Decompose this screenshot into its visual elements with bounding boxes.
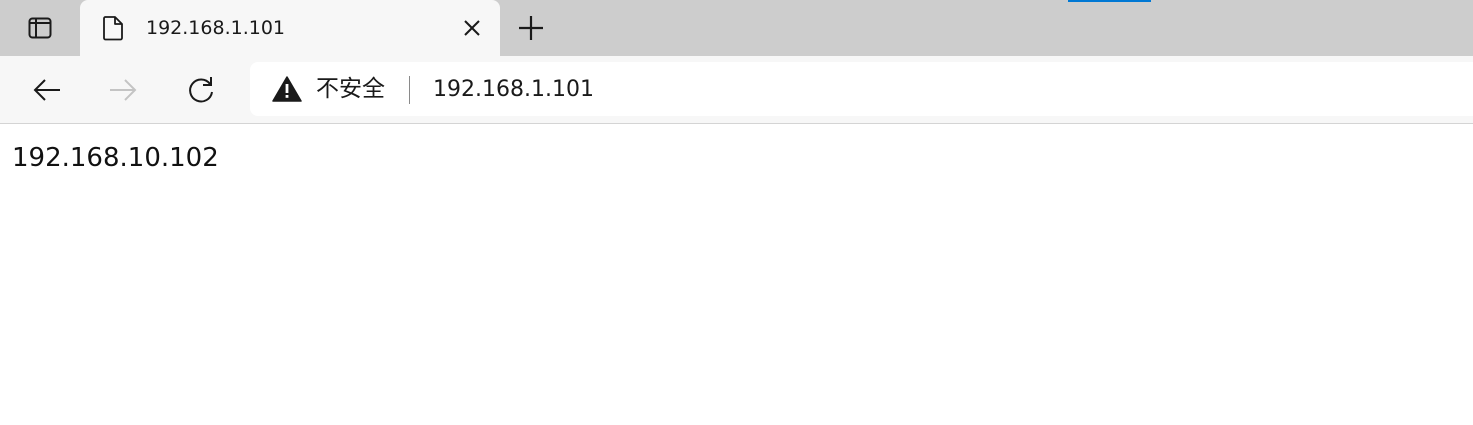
address-divider — [409, 76, 410, 104]
refresh-button[interactable] — [181, 70, 221, 110]
tab-title: 192.168.1.101 — [146, 17, 286, 39]
navigation-toolbar: 不安全 192.168.1.101 — [0, 56, 1473, 124]
tab-actions-icon — [28, 17, 52, 39]
back-arrow-icon — [33, 79, 60, 101]
tab-strip: 192.168.1.101 — [0, 0, 1473, 56]
security-status-label[interactable]: 不安全 — [316, 76, 385, 102]
page-content: 192.168.10.102 — [0, 124, 1473, 425]
refresh-icon — [189, 77, 213, 103]
forward-arrow-icon — [110, 79, 137, 101]
page-icon — [103, 16, 123, 41]
tab-actions-button[interactable] — [12, 10, 68, 46]
forward-button[interactable] — [103, 70, 143, 110]
new-tab-button[interactable] — [512, 10, 550, 46]
back-button[interactable] — [27, 70, 67, 110]
url-text[interactable]: 192.168.1.101 — [433, 77, 594, 103]
address-bar[interactable]: 不安全 192.168.1.101 — [250, 62, 1473, 116]
tab-close-button[interactable] — [460, 16, 484, 40]
browser-tab-active[interactable]: 192.168.1.101 — [80, 0, 500, 56]
plus-icon — [519, 16, 543, 40]
tab-strip-accent — [1068, 0, 1151, 2]
close-icon — [464, 20, 480, 36]
page-body-text: 192.168.10.102 — [12, 143, 219, 173]
warning-icon[interactable] — [272, 75, 302, 103]
